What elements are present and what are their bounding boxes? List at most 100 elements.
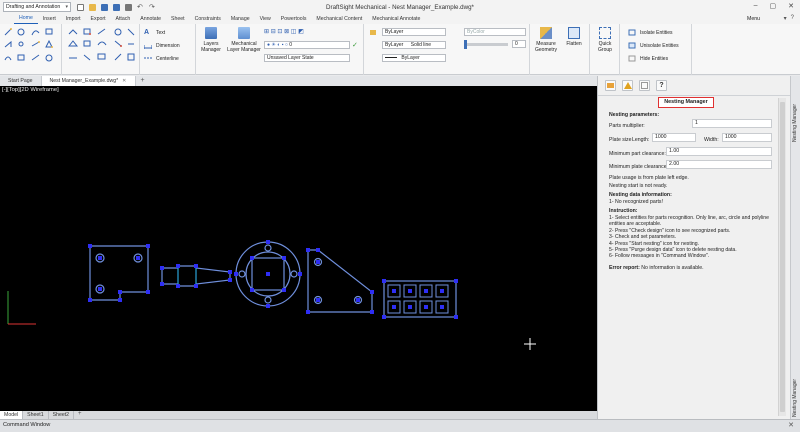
dimension-button[interactable]: Dimension	[156, 43, 180, 49]
draw-tool-icons[interactable]	[4, 27, 60, 65]
min-plate-clearance-input[interactable]: 2.00	[666, 160, 772, 169]
selection-grips[interactable]	[88, 240, 458, 319]
command-window[interactable]: Command Window ✕	[0, 419, 800, 432]
add-sheet-icon[interactable]: +	[74, 411, 86, 419]
chevron-down-icon[interactable]: ▾	[784, 15, 787, 22]
tab-insert[interactable]: Insert	[38, 16, 61, 24]
close-icon[interactable]: ✕	[788, 421, 794, 429]
tab-annotate[interactable]: Annotate	[135, 16, 166, 24]
unisolate-icon	[628, 42, 636, 49]
minimize-icon[interactable]: –	[754, 2, 758, 10]
tab-sheet1[interactable]: Sheet1	[23, 411, 49, 419]
active-document-label: Nest Manager_Example.dwg*	[49, 78, 119, 84]
tab-model[interactable]: Model	[0, 411, 24, 419]
mech-layer-manager-button[interactable]: Mechanical Layer Manager	[226, 24, 262, 53]
tab-import[interactable]: Import	[61, 16, 86, 24]
flange-hole[interactable]	[264, 244, 272, 252]
help-icon[interactable]: ?	[791, 15, 794, 22]
instruction-list: 1- Select entities for parts recognition…	[609, 215, 771, 260]
start-nesting-icon[interactable]	[622, 80, 633, 91]
flange-hole[interactable]	[264, 296, 272, 304]
isolate-entities-button[interactable]: Isolate Entities	[640, 30, 673, 36]
close-icon[interactable]: ✕	[122, 78, 126, 84]
hide-entities-button[interactable]: Hide Entities	[640, 56, 668, 62]
tab-constraints[interactable]: Constraints	[190, 16, 226, 24]
transparency-thumb[interactable]	[464, 40, 467, 49]
width-label: Width:	[704, 137, 719, 143]
quick-group-button[interactable]: Quick Group	[592, 24, 618, 53]
transparency-slider[interactable]	[464, 40, 508, 49]
redo-icon[interactable]: ↷	[149, 4, 156, 11]
plot-style-select[interactable]: ByColor	[464, 28, 526, 36]
draw-group	[0, 24, 62, 75]
match-properties-icon[interactable]	[369, 29, 377, 36]
tab-attach[interactable]: Attach	[111, 16, 136, 24]
tab-manage[interactable]: Manage	[226, 16, 255, 24]
drawing-area[interactable]	[0, 86, 597, 411]
part-bracket[interactable]	[307, 249, 373, 313]
print-icon[interactable]	[125, 3, 132, 11]
instruction-item: 1- Select entities for parts recognition…	[609, 215, 769, 228]
tab-mechanical-content[interactable]: Mechanical Content	[311, 16, 367, 24]
save-icon[interactable]	[101, 3, 108, 11]
error-report: Error report: No information is availabl…	[609, 265, 704, 271]
lineweight-select[interactable]: ByLayer	[382, 54, 446, 62]
save-as-icon[interactable]	[113, 3, 120, 11]
tab-mechanical-annotate[interactable]: Mechanical Annotate	[367, 16, 425, 24]
layers-manager-button[interactable]: Layers Manager	[198, 24, 224, 53]
flange-hole[interactable]	[238, 270, 246, 278]
tab-sheet2[interactable]: Sheet2	[49, 411, 75, 419]
mechanical-layers-icon	[238, 27, 250, 39]
purge-design-icon[interactable]	[639, 80, 650, 91]
tab-powertools[interactable]: Powertools	[276, 16, 312, 24]
nesting-manager-side-tab-bottom[interactable]: Nesting Manager	[792, 361, 800, 417]
open-folder-icon[interactable]	[89, 3, 96, 11]
drawing-canvas[interactable]: [-][Top][2D Wireframe]	[0, 86, 597, 411]
parts-multiplier-input[interactable]: 1	[692, 119, 772, 128]
panel-scrollbar[interactable]	[778, 98, 786, 416]
current-layer-select[interactable]: ● ☀ ◐ ▪ ○ 0	[264, 41, 350, 49]
layer-state-select[interactable]: Unsaved Layer State	[264, 54, 350, 62]
help-icon[interactable]: ?	[656, 80, 667, 91]
tab-sheet[interactable]: Sheet	[166, 16, 190, 24]
transparency-value-box[interactable]: 0	[512, 40, 526, 48]
modify-tool-icons[interactable]	[68, 27, 136, 65]
min-part-clearance-input[interactable]: 1.00	[666, 147, 772, 156]
layers-icon	[205, 27, 217, 39]
view-label[interactable]: [-][Top][2D Wireframe]	[2, 87, 59, 93]
set-layer-check-icon[interactable]: ✓	[352, 41, 360, 49]
layers-manager-label: Layers Manager	[201, 41, 221, 53]
layer-tools-icons[interactable]: ⊞ ⊟ ⊡ ⊠ ◫ ◩	[264, 28, 344, 35]
unisolate-entities-button[interactable]: Unisolate Entities	[640, 43, 679, 49]
width-input[interactable]: 1000	[722, 133, 772, 142]
length-input[interactable]: 1000	[652, 133, 696, 142]
quick-group-label: Quick Group	[598, 41, 612, 53]
linetype-select[interactable]: ByLayer Solid line	[382, 41, 446, 49]
close-icon[interactable]: ✕	[788, 2, 794, 10]
text-button[interactable]: Text	[156, 30, 165, 36]
undo-icon[interactable]: ↶	[137, 4, 144, 11]
groups-group: Quick Group	[590, 24, 620, 75]
color-select[interactable]: ByLayer	[382, 28, 446, 36]
focus-group: Isolate Entities Unisolate Entities Hide…	[620, 24, 692, 75]
maximize-icon[interactable]: ▢	[770, 2, 777, 10]
new-tab-icon[interactable]: +	[136, 76, 150, 86]
tab-start-page[interactable]: Start Page	[0, 76, 42, 86]
tab-view[interactable]: View	[255, 16, 276, 24]
workspace-select[interactable]: Drafting and Annotation ▾	[3, 2, 71, 12]
ribbon: A Text Dimension Centerline Layers Manag…	[0, 24, 800, 75]
min-part-clearance-label: Minimum part clearance:	[609, 151, 666, 157]
flange-hole[interactable]	[290, 270, 298, 278]
tab-active-document[interactable]: Nest Manager_Example.dwg* ✕	[41, 76, 136, 86]
new-file-icon[interactable]	[77, 3, 84, 11]
measure-geometry-button[interactable]: Measure Geometry	[533, 24, 559, 53]
flatten-button[interactable]: Flatten	[561, 24, 587, 47]
scrollbar-thumb[interactable]	[780, 102, 785, 412]
tab-home[interactable]: Home	[14, 15, 38, 24]
centerline-button[interactable]: Centerline	[156, 56, 179, 62]
nesting-manager-side-tab-top[interactable]: Nesting Manager	[792, 82, 800, 142]
menu-button[interactable]: Menu	[747, 16, 760, 22]
check-design-icon[interactable]	[605, 80, 616, 91]
grid-holes[interactable]	[387, 284, 449, 314]
tab-export[interactable]: Export	[86, 16, 111, 24]
